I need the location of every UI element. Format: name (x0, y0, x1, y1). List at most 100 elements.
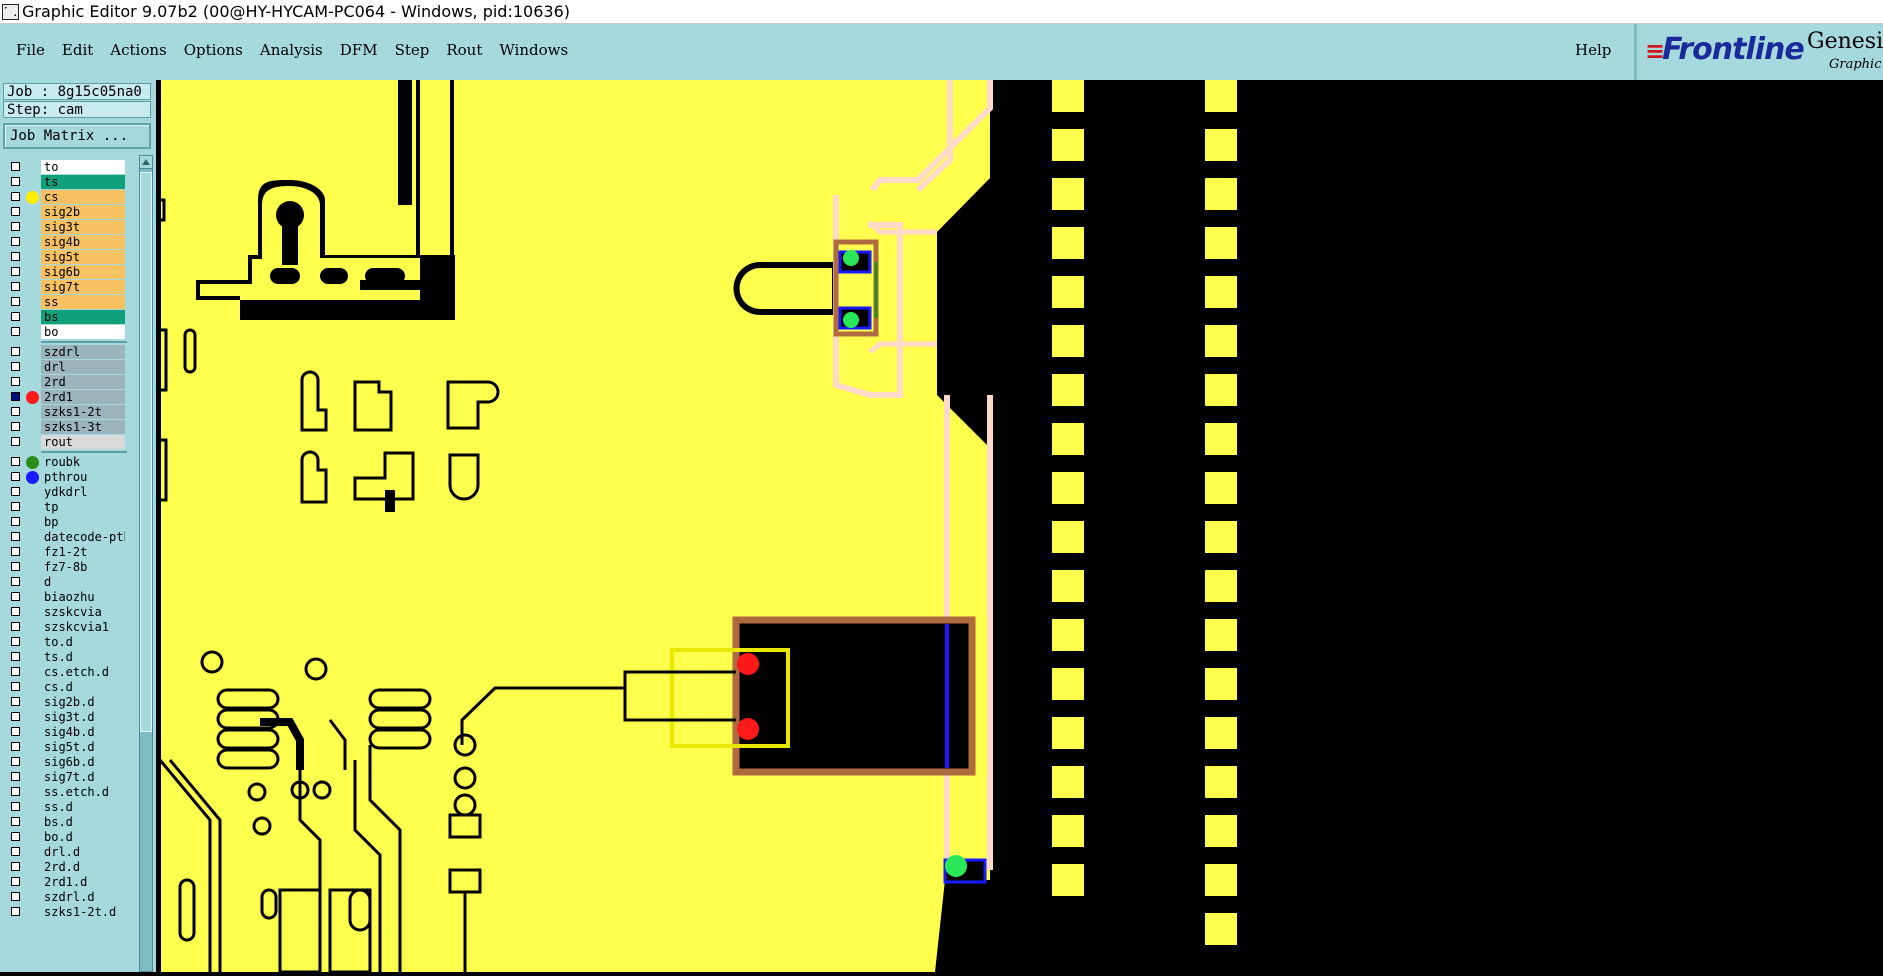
layer-row[interactable]: 2rd1 (3, 390, 127, 405)
layer-row[interactable]: szks1-3t (3, 420, 127, 435)
layer-name[interactable]: roubk (41, 455, 125, 469)
layer-checkbox[interactable] (11, 487, 20, 496)
layer-checkbox[interactable] (11, 532, 20, 541)
layer-row[interactable]: pthrou (3, 470, 127, 485)
menu-dfm[interactable]: DFM (332, 39, 387, 61)
graphic-canvas[interactable] (156, 80, 1883, 972)
layer-row[interactable]: ss (3, 295, 127, 310)
layer-name[interactable]: sig6b.d (41, 755, 125, 769)
layer-checkbox[interactable] (11, 327, 20, 336)
layer-name[interactable]: 2rd1.d (41, 875, 125, 889)
layer-checkbox[interactable] (11, 252, 20, 261)
layer-checkbox[interactable] (11, 682, 20, 691)
layer-row[interactable]: ss.etch.d (3, 785, 127, 800)
layer-row[interactable]: rout (3, 435, 127, 450)
layer-name[interactable]: sig3t.d (41, 710, 125, 724)
layer-row[interactable]: szdrl (3, 345, 127, 360)
layer-checkbox[interactable] (11, 457, 20, 466)
layer-name[interactable]: szskcvia (41, 605, 125, 619)
layer-checkbox[interactable] (11, 757, 20, 766)
layer-row[interactable]: to.d (3, 635, 127, 650)
layer-checkbox[interactable] (11, 437, 20, 446)
layer-name[interactable]: bs.d (41, 815, 125, 829)
layer-name[interactable]: to (41, 160, 125, 174)
layer-name[interactable]: drl.d (41, 845, 125, 859)
layer-checkbox[interactable] (11, 177, 20, 186)
layer-name[interactable]: drl (41, 360, 125, 374)
menu-actions[interactable]: Actions (102, 39, 175, 61)
layer-row[interactable]: sig3t (3, 220, 127, 235)
layer-row[interactable]: bp (3, 515, 127, 530)
layer-checkbox[interactable] (11, 407, 20, 416)
layer-name[interactable]: ss (41, 295, 125, 309)
layer-checkbox[interactable] (11, 637, 20, 646)
layer-name[interactable]: cs.etch.d (41, 665, 125, 679)
layer-checkbox[interactable] (11, 422, 20, 431)
layer-checkbox[interactable] (11, 362, 20, 371)
layer-checkbox[interactable] (11, 907, 20, 916)
layer-checkbox[interactable] (11, 667, 20, 676)
layer-row[interactable]: sig2b (3, 205, 127, 220)
layer-row[interactable]: biaozhu (3, 590, 127, 605)
menu-options[interactable]: Options (176, 39, 252, 61)
layer-row[interactable]: sig3t.d (3, 710, 127, 725)
layer-name[interactable]: szks1-2t.d (41, 905, 125, 919)
layer-checkbox[interactable] (11, 347, 20, 356)
layer-name[interactable]: sig2b.d (41, 695, 125, 709)
layer-row[interactable]: szks1-2t (3, 405, 127, 420)
layer-checkbox[interactable] (11, 237, 20, 246)
layer-name[interactable]: sig4b (41, 235, 125, 249)
layer-name[interactable]: szks1-2t (41, 405, 125, 419)
layer-checkbox[interactable] (11, 862, 20, 871)
layer-row[interactable]: cs.etch.d (3, 665, 127, 680)
layer-name[interactable]: sig4b.d (41, 725, 125, 739)
layer-row[interactable]: fz7-8b (3, 560, 127, 575)
layer-row[interactable]: drl (3, 360, 127, 375)
layer-name[interactable]: fz7-8b (41, 560, 125, 574)
layer-checkbox[interactable] (11, 652, 20, 661)
layer-checkbox[interactable] (11, 697, 20, 706)
layer-row[interactable]: ts.d (3, 650, 127, 665)
layer-checkbox[interactable] (11, 847, 20, 856)
layer-row[interactable]: szskcvia1 (3, 620, 127, 635)
layer-row[interactable]: sig7t.d (3, 770, 127, 785)
layer-name[interactable]: ts (41, 175, 125, 189)
menu-windows[interactable]: Windows (491, 39, 577, 61)
layer-row[interactable]: cs (3, 190, 127, 205)
job-matrix-button[interactable]: Job Matrix ... (3, 123, 151, 149)
layer-checkbox[interactable] (11, 162, 20, 171)
layer-name[interactable]: ss.etch.d (41, 785, 125, 799)
layer-checkbox[interactable] (11, 282, 20, 291)
layer-name[interactable]: sig2b (41, 205, 125, 219)
layer-name[interactable]: szks1-3t (41, 420, 125, 434)
layer-row[interactable]: 2rd1.d (3, 875, 127, 890)
layer-row[interactable]: ydkdrl (3, 485, 127, 500)
layer-name[interactable]: bo (41, 325, 125, 339)
layer-name[interactable]: datecode-pth (41, 530, 125, 544)
layer-name[interactable]: sig5t (41, 250, 125, 264)
layer-checkbox[interactable] (11, 772, 20, 781)
layer-name[interactable]: bo.d (41, 830, 125, 844)
layer-checkbox[interactable] (11, 577, 20, 586)
layer-name[interactable]: ss.d (41, 800, 125, 814)
layer-row[interactable]: bo (3, 325, 127, 340)
menu-step[interactable]: Step (387, 39, 439, 61)
layer-name[interactable]: d (41, 575, 125, 589)
layer-name[interactable]: pthrou (41, 470, 125, 484)
layer-checkbox[interactable] (11, 877, 20, 886)
layer-name[interactable]: sig6b (41, 265, 125, 279)
layer-row[interactable]: ts (3, 175, 127, 190)
layer-name[interactable]: ts.d (41, 650, 125, 664)
layer-name[interactable]: ydkdrl (41, 485, 125, 499)
layer-row[interactable]: szskcvia (3, 605, 127, 620)
layer-name[interactable]: cs (41, 190, 125, 204)
layer-name[interactable]: szdrl.d (41, 890, 125, 904)
layer-row[interactable]: szks1-2t.d (3, 905, 127, 920)
layer-checkbox[interactable] (11, 547, 20, 556)
layer-row[interactable]: drl.d (3, 845, 127, 860)
layer-name[interactable]: sig3t (41, 220, 125, 234)
layer-row[interactable]: sig6b (3, 265, 127, 280)
layer-name[interactable]: 2rd1 (41, 390, 125, 404)
layer-name[interactable]: sig5t.d (41, 740, 125, 754)
layer-row[interactable]: 2rd (3, 375, 127, 390)
